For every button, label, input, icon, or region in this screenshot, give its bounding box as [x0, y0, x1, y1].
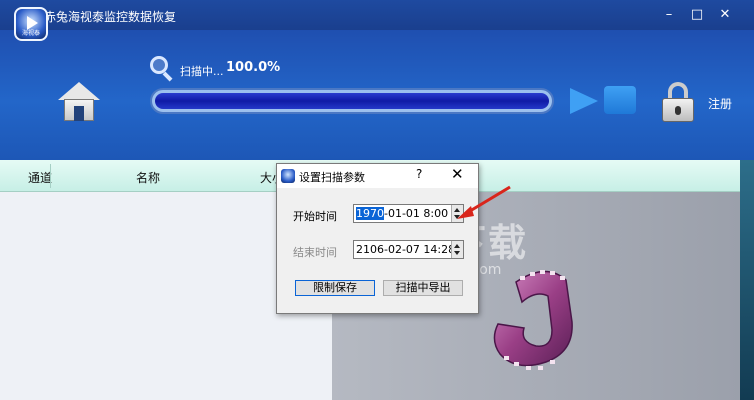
limit-save-button[interactable]: 限制保存	[295, 280, 375, 296]
lock-icon[interactable]	[660, 82, 696, 122]
window-edge	[740, 160, 754, 400]
dialog-app-icon	[281, 169, 295, 183]
toolbar: 扫描中... 100.0% 注册	[0, 30, 754, 160]
end-time-field[interactable]: 2106-02-07 14:28	[353, 240, 464, 259]
end-time-value: 2106-02-07 14:28	[356, 243, 456, 256]
annotation-arrow-icon	[457, 185, 511, 219]
minimize-button[interactable]: –	[660, 6, 678, 24]
end-time-label: 结束时间	[293, 246, 337, 259]
scan-progress-fill	[155, 93, 549, 109]
app-logo-icon: 海视泰	[14, 7, 48, 41]
end-time-spinner[interactable]	[451, 241, 463, 258]
register-label[interactable]: 注册	[708, 95, 732, 112]
app-window: 赤兔海视泰监控数据恢复 – □ ✕ 海视泰 扫描中... 100.0% 注册 通…	[0, 0, 754, 400]
column-header-name[interactable]: 名称	[136, 169, 160, 186]
maximize-button[interactable]: □	[688, 6, 706, 24]
export-during-scan-button[interactable]: 扫描中导出	[383, 280, 463, 296]
dialog-close-button[interactable]: ✕	[451, 165, 464, 183]
start-time-field[interactable]: 1970-01-01 8:00	[353, 204, 464, 223]
film-reel-icon	[493, 270, 573, 370]
close-button[interactable]: ✕	[716, 6, 734, 24]
app-logo-text: 海视泰	[21, 30, 40, 37]
start-time-selected-segment: 1970	[356, 207, 384, 220]
dialog-title: 设置扫描参数	[299, 171, 365, 184]
play-icon[interactable]	[570, 88, 598, 114]
start-time-value: -01-01 8:00	[384, 207, 449, 220]
stop-icon[interactable]	[604, 86, 636, 114]
dialog-help-button[interactable]: ?	[416, 167, 422, 181]
search-icon	[150, 56, 174, 82]
window-title: 赤兔海视泰监控数据恢复	[44, 10, 177, 24]
start-time-label: 开始时间	[293, 210, 337, 223]
dialog-title-bar: 设置扫描参数 ? ✕	[277, 164, 478, 188]
title-bar: 赤兔海视泰监控数据恢复 – □ ✕	[0, 0, 754, 30]
column-header-channel[interactable]: 通道	[28, 169, 52, 186]
scan-progress-bar	[150, 88, 554, 114]
home-icon[interactable]	[58, 82, 100, 122]
scan-percent: 100.0%	[226, 60, 281, 75]
scan-settings-dialog: 设置扫描参数 ? ✕ 开始时间 1970-01-01 8:00 结束时间 210…	[276, 163, 479, 314]
scan-status-text: 扫描中...	[180, 65, 224, 78]
